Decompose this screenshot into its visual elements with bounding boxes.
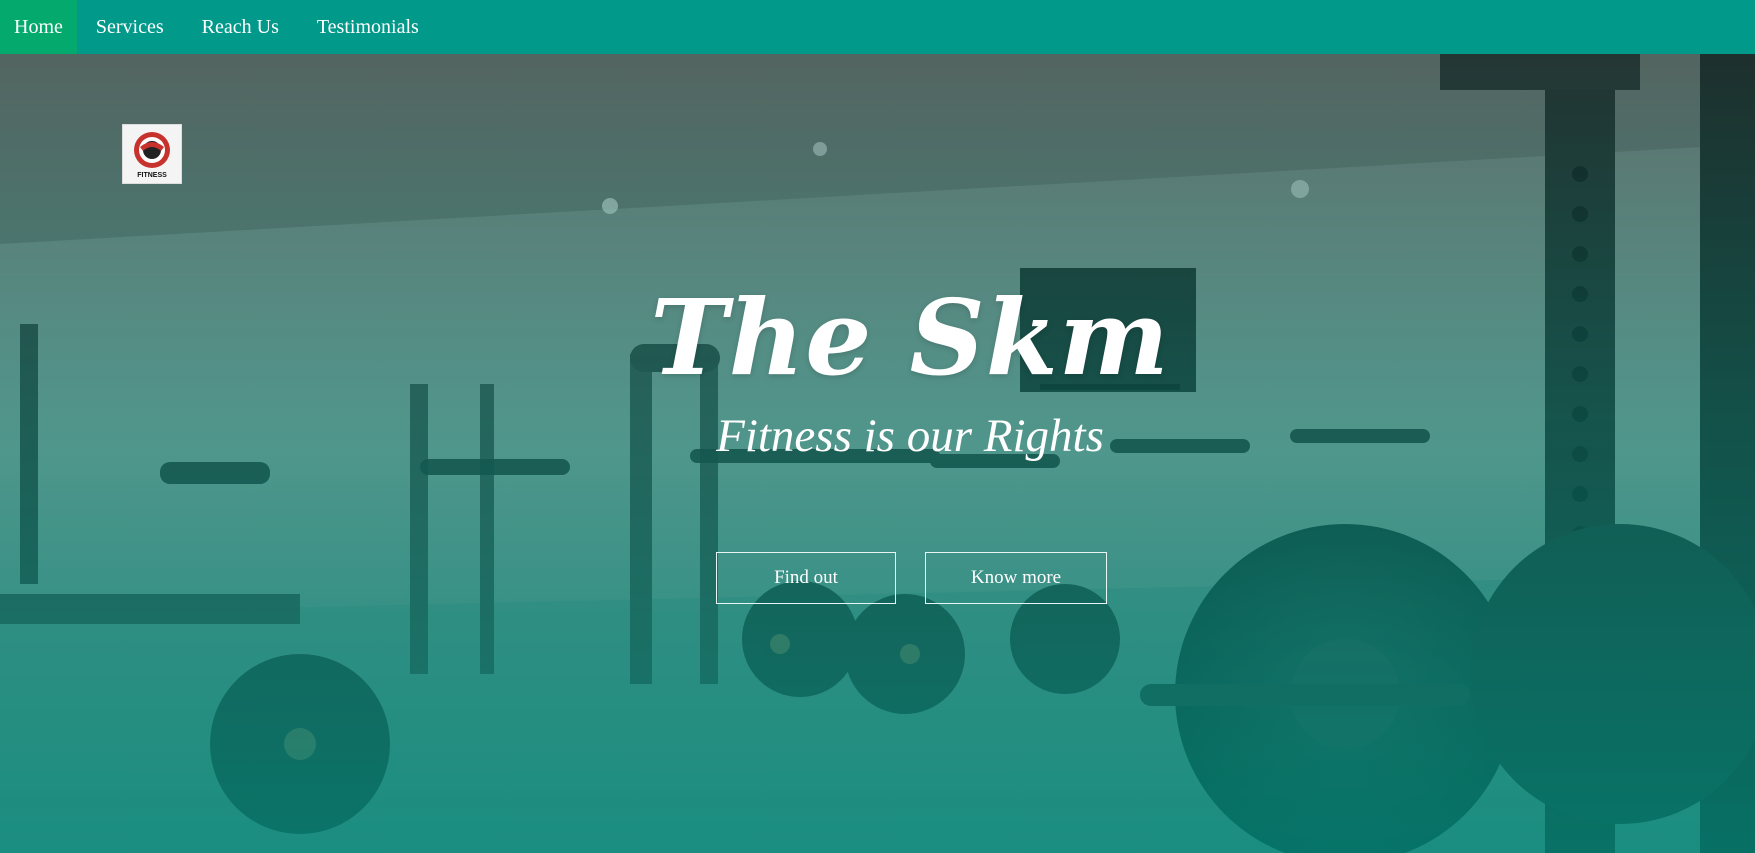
fitness-logo[interactable]: FITNESS bbox=[122, 124, 182, 184]
nav-item-services[interactable]: Services bbox=[77, 0, 183, 54]
find-out-button[interactable]: Find out bbox=[716, 552, 896, 604]
svg-text:FITNESS: FITNESS bbox=[137, 172, 167, 179]
top-navigation-bar: Home Services Reach Us Testimonials bbox=[0, 0, 1755, 54]
know-more-button[interactable]: Know more bbox=[925, 552, 1107, 604]
nav-item-home[interactable]: Home bbox=[0, 0, 77, 54]
hero-section: FITNESS The Skm Fitness is our Rights Fi… bbox=[0, 54, 1755, 853]
hero-title: The Skm bbox=[650, 276, 1170, 399]
nav-item-reach-us[interactable]: Reach Us bbox=[183, 0, 298, 54]
fitness-logo-icon: FITNESS bbox=[134, 132, 170, 179]
nav-item-testimonials[interactable]: Testimonials bbox=[298, 0, 438, 54]
hero-tagline: Fitness is our Rights bbox=[716, 410, 1104, 462]
